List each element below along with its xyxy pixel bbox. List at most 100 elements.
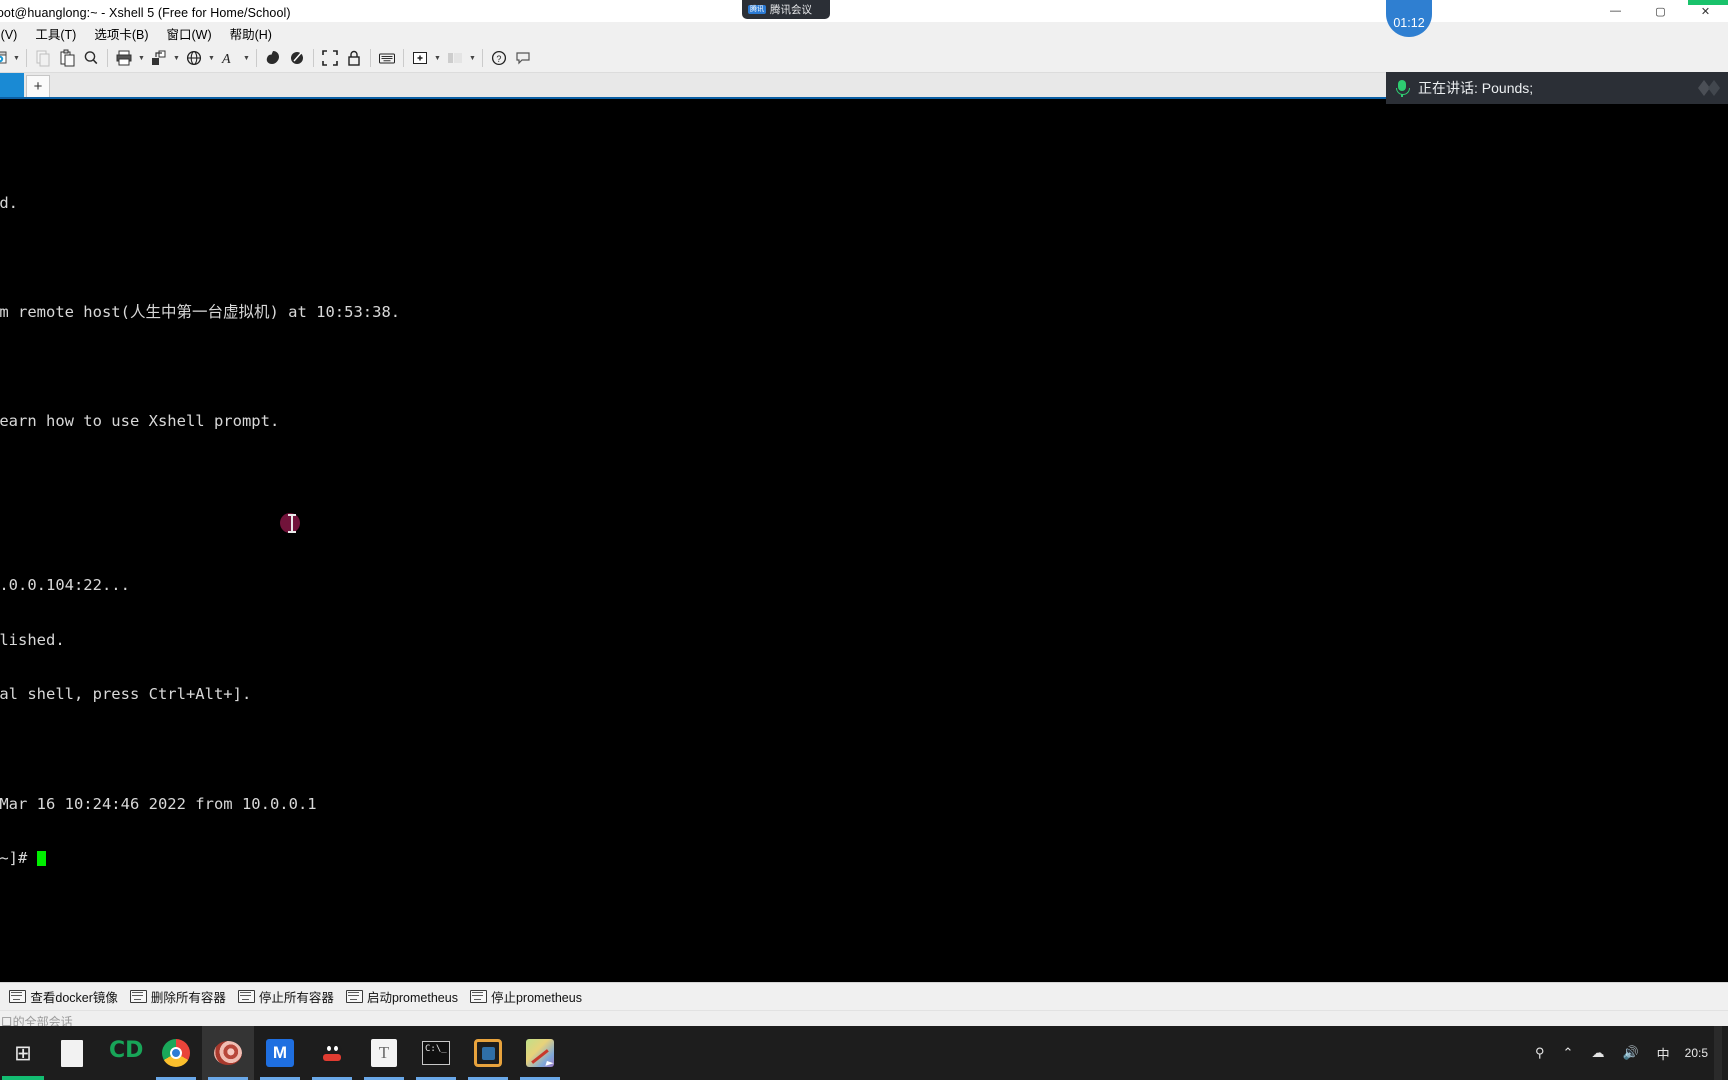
qc-stop-prometheus[interactable]: 停止prometheus [466, 985, 590, 1008]
svg-text:?: ? [496, 54, 501, 64]
qq-icon [319, 1039, 345, 1067]
typora-icon: T [371, 1039, 397, 1067]
taskbar-app-chrome[interactable] [150, 1026, 202, 1080]
new-tab-icon[interactable] [408, 46, 432, 70]
toolbar-separator [107, 49, 108, 67]
terminal-line: ted from remote host(人生中第一台虚拟机) at 10:53… [0, 303, 401, 322]
menu-view[interactable]: 查看(V) [0, 22, 26, 45]
taskbar-app-typora[interactable]: T [358, 1026, 410, 1080]
search-icon[interactable] [79, 46, 103, 70]
toolbar-separator [26, 49, 27, 67]
ibeam-glyph [288, 514, 296, 533]
virtualbox-icon [474, 1039, 502, 1067]
taskbar-app-xshell[interactable] [514, 1026, 566, 1080]
terminal-line: p' to learn how to use Xshell prompt. [0, 412, 280, 431]
chevron-down-icon[interactable]: ▼ [241, 46, 252, 70]
tray-chevron-up-icon[interactable]: ⌃ [1554, 1026, 1583, 1080]
chevron-down-icon[interactable]: ▼ [136, 46, 147, 70]
keyboard-icon [9, 990, 27, 1003]
keyboard-icon[interactable] [375, 46, 399, 70]
globe-icon[interactable] [182, 46, 206, 70]
tencent-meeting-pill[interactable]: 腾讯 腾讯会议 [742, 0, 830, 19]
windows-taskbar: ⊞ CD M T C:\_ ⚲ ⌃ ☁ 🔊 中 20:5 [0, 1026, 1728, 1080]
toolbar-separator [403, 49, 404, 67]
screen-recording-strip [1688, 0, 1728, 5]
chevron-down-icon[interactable]: ▼ [11, 46, 22, 70]
terminal-prompt-line: nglong ~]# [0, 849, 1728, 867]
help-icon[interactable]: ? [487, 46, 511, 70]
taskbar-app-cmd[interactable]: C:\_ [410, 1026, 462, 1080]
tray-volume-icon[interactable]: 🔊 [1613, 1026, 1647, 1080]
minimize-button[interactable]: — [1593, 0, 1638, 22]
xftp-icon[interactable] [261, 46, 285, 70]
taskbar-app-chain[interactable]: CD [98, 1026, 150, 1080]
chevron-down-icon[interactable]: ▼ [206, 46, 217, 70]
xshell-window: 拟机 - root@huanglong:~ - Xshell 5 (Free f… [0, 0, 1728, 1056]
taskbar-start-button[interactable]: ⊞ [0, 1026, 46, 1080]
terminal-line: n: Wed Mar 16 10:24:46 2022 from 10.0.0.… [0, 794, 317, 813]
qc-remove-all-containers[interactable]: 删除所有容器 [126, 985, 234, 1008]
tray-pin-icon[interactable]: ⚲ [1526, 1026, 1554, 1080]
session-manager-icon[interactable] [0, 46, 11, 70]
terminal-line: g to 10.0.0.104:22... [0, 576, 130, 595]
taskbar-tray: ⚲ ⌃ ☁ 🔊 中 20:5 [1526, 1026, 1728, 1080]
terminal-cursor [36, 851, 46, 867]
command-prompt-icon: C:\_ [422, 1041, 450, 1065]
tray-ime-icon[interactable]: 中 [1648, 1026, 1679, 1080]
meeting-badge: 腾讯 [748, 5, 766, 14]
chevron-down-icon[interactable]: ▼ [467, 46, 478, 70]
toolbar-separator [370, 49, 371, 67]
menu-bar: (E) 查看(V) 工具(T) 选项卡(B) 窗口(W) 帮助(H) [0, 22, 1728, 44]
blue-app-icon: M [266, 1039, 294, 1067]
menu-window[interactable]: 窗口(W) [157, 22, 220, 45]
new-tab-button[interactable]: + [26, 75, 50, 97]
taskbar-app-blue[interactable]: M [254, 1026, 306, 1080]
tray-clock[interactable]: 20:5 [1679, 1026, 1714, 1080]
lock-icon[interactable] [342, 46, 366, 70]
chevron-down-icon[interactable]: ▼ [171, 46, 182, 70]
menu-help[interactable]: 帮助(H) [221, 22, 281, 45]
qc-label: 删除所有容器 [150, 991, 226, 1005]
layout-icon[interactable] [443, 46, 467, 70]
start-accent-bar [2, 1076, 44, 1080]
menu-tools[interactable]: 工具(T) [26, 22, 85, 45]
taskbar-apps: CD M T C:\_ [46, 1026, 566, 1080]
title-bar[interactable]: 拟机 - root@huanglong:~ - Xshell 5 (Free f… [0, 0, 1728, 22]
taskbar-app-notepad[interactable] [46, 1026, 98, 1080]
maximize-button[interactable]: ▢ [1638, 0, 1683, 22]
qc-view-docker-images[interactable]: 查看docker镜像 [5, 985, 126, 1008]
menu-tabs[interactable]: 选项卡(B) [85, 22, 157, 45]
qc-start-prometheus[interactable]: 启动prometheus [342, 985, 466, 1008]
terminal-lines: n closed. ted from remote host(人生中第一台虚拟机… [0, 103, 1728, 904]
font-icon[interactable]: A [217, 46, 241, 70]
tray-cloud-icon[interactable]: ☁ [1582, 1026, 1613, 1080]
terminal-output[interactable]: n closed. ted from remote host(人生中第一台虚拟机… [0, 99, 1728, 982]
taskbar-app-qq[interactable] [306, 1026, 358, 1080]
fullscreen-icon[interactable] [318, 46, 342, 70]
speaking-overlay[interactable]: 正在讲话: Pounds; [1386, 72, 1728, 104]
taskbar-app-snail[interactable] [202, 1026, 254, 1080]
show-desktop-button[interactable] [1714, 1026, 1722, 1080]
chevron-down-icon[interactable]: ▼ [432, 46, 443, 70]
paste-icon[interactable] [55, 46, 79, 70]
document-icon [61, 1039, 83, 1067]
taskbar-app-virtualbox[interactable] [462, 1026, 514, 1080]
qc-label: 查看docker镜像 [30, 991, 118, 1005]
terminal-prompt: nglong ~]# [0, 849, 28, 868]
print-icon[interactable] [112, 46, 136, 70]
copy-icon[interactable] [31, 46, 55, 70]
feedback-icon[interactable] [511, 46, 535, 70]
speaking-text: 正在讲话: Pounds; [1418, 80, 1534, 96]
xagent-icon[interactable] [285, 46, 309, 70]
qc-stop-all-containers[interactable]: 停止所有容器 [234, 985, 342, 1008]
qc-label: 停止prometheus [490, 991, 582, 1005]
xshell-icon [526, 1039, 554, 1067]
tab-session-huanglong[interactable]: glong:~ ✕ [0, 73, 24, 97]
toolbar-separator [313, 49, 314, 67]
svg-text:A: A [221, 52, 231, 67]
file-transfer-icon[interactable] [147, 46, 171, 70]
